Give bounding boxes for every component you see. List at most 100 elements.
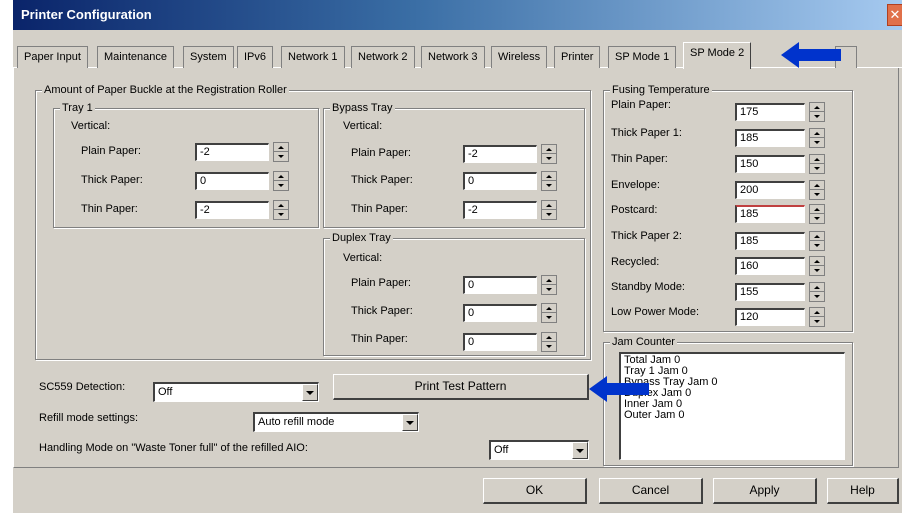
tab-maintenance[interactable]: Maintenance — [97, 46, 174, 68]
title-bar[interactable]: Printer Configuration ✕ — [13, 0, 902, 30]
apply-button[interactable]: Apply — [713, 478, 817, 504]
bypass-thick-spinner[interactable] — [541, 171, 557, 191]
fusing-standby-input[interactable]: 155 — [735, 283, 805, 301]
ok-button[interactable]: OK — [483, 478, 587, 504]
sc559-select[interactable]: Off — [153, 382, 319, 402]
tray1-plain-input[interactable]: -2 — [195, 143, 269, 161]
duplex-thin-label: Thin Paper: — [351, 333, 408, 345]
tab-paper-input[interactable]: Paper Input — [17, 46, 88, 68]
duplex-plain-spinner[interactable] — [541, 275, 557, 295]
fusing-thick1-spinner[interactable] — [809, 128, 825, 148]
tray1-thin-label: Thin Paper: — [81, 203, 138, 215]
tab-strip: Paper Input Maintenance System IPv6 Netw… — [13, 42, 902, 69]
fusing-recycled-label: Recycled: — [611, 256, 660, 268]
tab-printer[interactable]: Printer — [554, 46, 601, 68]
fusing-thin-spinner[interactable] — [809, 154, 825, 174]
tab-sp-mode-2[interactable]: SP Mode 2 — [683, 42, 752, 69]
chevron-down-icon[interactable] — [302, 384, 318, 401]
fusing-lowpower-label: Low Power Mode: — [611, 306, 700, 318]
help-button[interactable]: Help — [827, 478, 899, 504]
duplex-thick-spinner[interactable] — [541, 303, 557, 323]
fusing-recycled-input[interactable]: 160 — [735, 257, 805, 275]
tab-network-2[interactable]: Network 2 — [351, 46, 415, 68]
duplex-thick-label: Thick Paper: — [351, 305, 413, 317]
refill-mode-label: Refill mode settings: — [39, 412, 139, 424]
tab-ipv6[interactable]: IPv6 — [237, 46, 274, 68]
bypass-vertical-label: Vertical: — [343, 120, 383, 132]
fusing-envelope-spinner[interactable] — [809, 180, 825, 200]
fusing-lowpower-spinner[interactable] — [809, 307, 825, 327]
tray1-vertical-label: Vertical: — [71, 120, 111, 132]
chevron-down-icon[interactable] — [572, 442, 588, 459]
pointer-arrow-button-icon — [589, 376, 649, 402]
bypass-thin-spinner[interactable] — [541, 200, 557, 220]
fusing-thin-label: Thin Paper: — [611, 153, 668, 165]
fusing-thick1-input[interactable]: 185 — [735, 129, 805, 147]
tray1-thick-label: Thick Paper: — [81, 174, 143, 186]
close-icon[interactable]: ✕ — [887, 4, 902, 26]
chevron-down-icon[interactable] — [402, 414, 418, 431]
sc559-label: SC559 Detection: — [39, 381, 126, 393]
duplex-thin-input[interactable]: 0 — [463, 333, 537, 351]
duplex-thin-spinner[interactable] — [541, 332, 557, 352]
bypass-thick-label: Thick Paper: — [351, 174, 413, 186]
bypass-thick-input[interactable]: 0 — [463, 172, 537, 190]
duplex-tray-title: Duplex Tray — [330, 232, 393, 244]
tab-system[interactable]: System — [183, 46, 234, 68]
handling-mode-select[interactable]: Off — [489, 440, 589, 460]
bypass-plain-spinner[interactable] — [541, 144, 557, 164]
fusing-plain-label: Plain Paper: — [611, 99, 671, 111]
fusing-temperature-title: Fusing Temperature — [610, 84, 712, 96]
fusing-recycled-spinner[interactable] — [809, 256, 825, 276]
bypass-plain-input[interactable]: -2 — [463, 145, 537, 163]
fusing-postcard-input[interactable]: 185 — [735, 205, 805, 223]
fusing-thick2-spinner[interactable] — [809, 231, 825, 251]
fusing-lowpower-input[interactable]: 120 — [735, 308, 805, 326]
bypass-tray-title: Bypass Tray — [330, 102, 395, 114]
jam-counter-list[interactable]: Total Jam 0 Tray 1 Jam 0 Bypass Tray Jam… — [619, 352, 845, 460]
bypass-thin-label: Thin Paper: — [351, 203, 408, 215]
bypass-plain-label: Plain Paper: — [351, 147, 411, 159]
tray1-thick-input[interactable]: 0 — [195, 172, 269, 190]
jam-counter-line: Outer Jam 0 — [624, 409, 685, 421]
duplex-thick-input[interactable]: 0 — [463, 304, 537, 322]
fusing-postcard-spinner[interactable] — [809, 204, 825, 224]
tab-sp-mode-1[interactable]: SP Mode 1 — [608, 46, 677, 68]
fusing-standby-spinner[interactable] — [809, 282, 825, 302]
fusing-thin-input[interactable]: 150 — [735, 155, 805, 173]
handling-mode-label: Handling Mode on "Waste Toner full" of t… — [39, 442, 308, 454]
fusing-envelope-input[interactable]: 200 — [735, 181, 805, 199]
sc559-value: Off — [158, 386, 173, 398]
bypass-thin-input[interactable]: -2 — [463, 201, 537, 219]
duplex-plain-input[interactable]: 0 — [463, 276, 537, 294]
tray1-thick-spinner[interactable] — [273, 171, 289, 191]
refill-mode-select[interactable]: Auto refill mode — [253, 412, 419, 432]
fusing-thick1-label: Thick Paper 1: — [611, 127, 682, 139]
fusing-postcard-label: Postcard: — [611, 204, 658, 216]
fusing-thick2-label: Thick Paper 2: — [611, 230, 682, 242]
tray1-thin-spinner[interactable] — [273, 200, 289, 220]
tray1-thin-input[interactable]: -2 — [195, 201, 269, 219]
pointer-arrow-tab-icon — [781, 42, 841, 68]
tab-wireless[interactable]: Wireless — [491, 46, 548, 68]
duplex-plain-label: Plain Paper: — [351, 277, 411, 289]
duplex-vertical-label: Vertical: — [343, 252, 383, 264]
handling-mode-value: Off — [494, 444, 509, 456]
refill-mode-value: Auto refill mode — [258, 416, 335, 428]
jam-counter-title: Jam Counter — [610, 336, 677, 348]
tray1-plain-spinner[interactable] — [273, 142, 289, 162]
fusing-thick2-input[interactable]: 185 — [735, 232, 805, 250]
fusing-envelope-label: Envelope: — [611, 179, 660, 191]
window-title: Printer Configuration — [21, 7, 152, 22]
tray1-plain-label: Plain Paper: — [81, 145, 141, 157]
print-test-pattern-button[interactable]: Print Test Pattern — [333, 374, 589, 400]
cancel-button[interactable]: Cancel — [599, 478, 703, 504]
printer-configuration-window: Printer Configuration ✕ Paper Input Main… — [12, 0, 902, 513]
tray1-title: Tray 1 — [60, 102, 95, 114]
fusing-standby-label: Standby Mode: — [611, 281, 685, 293]
fusing-plain-input[interactable]: 175 — [735, 103, 805, 121]
tab-network-3[interactable]: Network 3 — [421, 46, 485, 68]
tab-network-1[interactable]: Network 1 — [281, 46, 345, 68]
fusing-plain-spinner[interactable] — [809, 102, 825, 122]
paper-buckle-title: Amount of Paper Buckle at the Registrati… — [42, 84, 289, 96]
